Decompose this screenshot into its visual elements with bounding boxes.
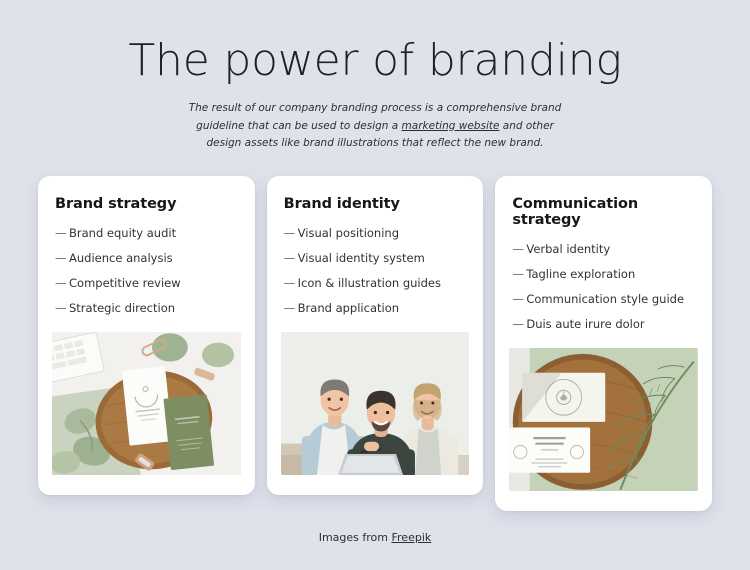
dash-icon: — <box>55 251 67 266</box>
list-item-label: Competitive review <box>69 276 181 291</box>
list-item: — Visual positioning <box>284 226 470 240</box>
list-item: — Competitive review <box>55 276 241 290</box>
card-brand-identity[interactable]: Brand identity — Visual positioning — Visu… <box>266 176 484 496</box>
list-item-label: Duis aute irure dolor <box>526 317 645 332</box>
list-item: — Brand application <box>284 301 470 315</box>
dash-icon: — <box>55 301 67 316</box>
card-title: Brand strategy <box>55 196 177 213</box>
dash-icon: — <box>283 251 296 266</box>
freepik-link[interactable]: Freepik <box>392 531 432 544</box>
list-item-label: Verbal identity <box>526 242 611 257</box>
card-communication-strategy[interactable]: Communication strategy — Verbal identity … <box>495 176 713 512</box>
list-item: — Duis aute irure dolor <box>512 317 698 331</box>
card-title: Brand identity <box>283 196 400 213</box>
card-image-business-cards <box>509 348 699 492</box>
dash-icon: — <box>283 276 296 291</box>
dash-icon: — <box>55 226 67 241</box>
image-credit: Images from Freepik <box>0 531 750 544</box>
list-item-label: Strategic direction <box>69 301 176 316</box>
list-item-label: Tagline exploration <box>526 267 636 282</box>
list-item-label: Visual positioning <box>297 226 399 241</box>
list-item-label: Icon & illustration guides <box>297 276 441 291</box>
list-item-label: Audience analysis <box>69 251 173 266</box>
dash-icon: — <box>512 292 524 307</box>
dash-icon: — <box>55 276 67 291</box>
hero-section: The power of branding The result of our … <box>0 0 750 152</box>
page-root: The power of branding The result of our … <box>0 0 750 570</box>
cards-row: Brand strategy — Brand equity audit — Audi… <box>0 176 750 512</box>
marketing-website-link[interactable]: marketing website <box>402 120 500 132</box>
list-item-label: Visual identity system <box>297 251 425 266</box>
list-item: — Verbal identity <box>512 242 698 256</box>
list-item: — Strategic direction <box>55 301 241 315</box>
dash-icon: — <box>283 226 296 241</box>
card-title: Communication strategy <box>512 196 639 229</box>
dash-icon: — <box>512 267 524 282</box>
card-feature-list: — Verbal identity — Tagline exploration — C… <box>509 242 698 331</box>
card-feature-list: — Brand equity audit — Audience analysis —… <box>52 226 241 315</box>
list-item: — Audience analysis <box>55 251 241 265</box>
list-item: — Tagline exploration <box>512 267 698 281</box>
dash-icon: — <box>283 301 296 316</box>
image-credit-text: Images from <box>318 531 392 545</box>
dash-icon: — <box>512 317 524 332</box>
card-image-branding-stationery <box>52 332 241 476</box>
dash-icon: — <box>512 242 524 257</box>
hero-subtitle: The result of our company branding proce… <box>180 100 570 152</box>
list-item: — Visual identity system <box>284 251 470 265</box>
page-title: The power of branding <box>128 35 622 86</box>
card-brand-strategy[interactable]: Brand strategy — Brand equity audit — Audi… <box>38 176 255 496</box>
list-item-label: Brand equity audit <box>69 226 177 241</box>
list-item-label: Brand application <box>297 301 400 316</box>
card-feature-list: — Visual positioning — Visual identity sys… <box>281 226 470 315</box>
card-image-team-photo <box>280 332 470 476</box>
list-item: — Communication style guide <box>512 292 698 306</box>
list-item: — Brand equity audit <box>55 226 241 240</box>
list-item-label: Communication style guide <box>526 292 685 307</box>
list-item: — Icon & illustration guides <box>284 276 470 290</box>
